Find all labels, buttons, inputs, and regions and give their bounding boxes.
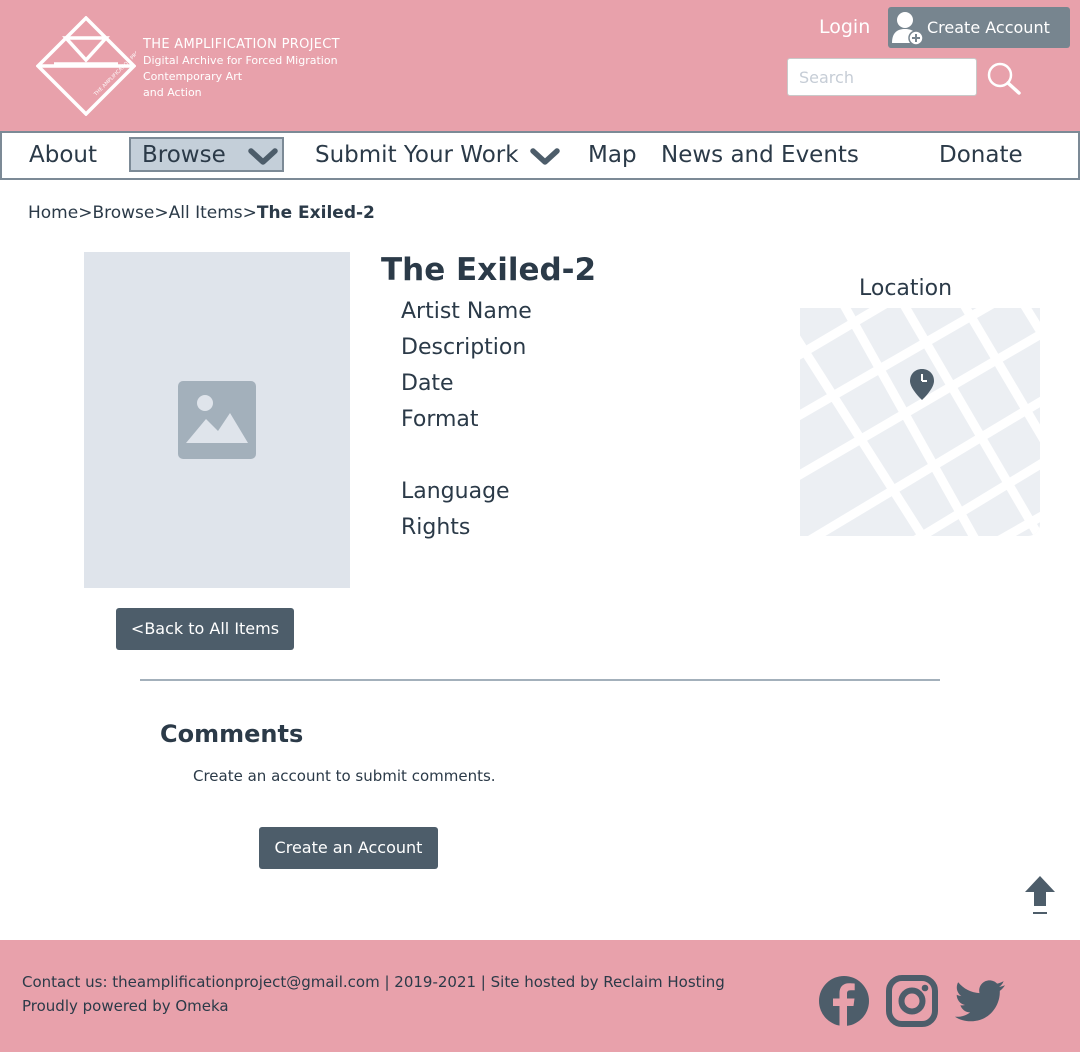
create-an-account-button[interactable]: Create an Account: [259, 827, 438, 869]
search-icon[interactable]: [986, 62, 1022, 96]
breadcrumb: Home>Browse>All Items>The Exiled-2: [28, 203, 375, 223]
chevron-down-icon[interactable]: [530, 147, 560, 167]
nav-item-submit-your-work[interactable]: Submit Your Work: [315, 142, 519, 168]
section-divider: [140, 679, 940, 681]
nav-item-browse-label: Browse: [142, 142, 226, 168]
nav-item-map[interactable]: Map: [588, 142, 637, 168]
logo-text[interactable]: THE AMPLIFICATION PROJECT Digital Archiv…: [143, 37, 340, 101]
location-label: Location: [859, 276, 953, 301]
field-rights: Rights: [401, 515, 471, 540]
breadcrumb-separator: >: [154, 203, 169, 223]
instagram-icon[interactable]: [886, 975, 938, 1027]
map-pin-icon[interactable]: [909, 368, 935, 401]
breadcrumb-browse[interactable]: Browse: [92, 203, 154, 223]
map-graphic: [800, 308, 1040, 536]
create-account-label: Create Account: [927, 18, 1050, 37]
logo-icon[interactable]: THE AMPLIFICATION PROJECT: [36, 16, 136, 116]
location-map[interactable]: [800, 308, 1040, 536]
back-to-all-items-button[interactable]: <Back to All Items: [116, 608, 294, 650]
comments-note: Create an account to submit comments.: [193, 767, 496, 785]
breadcrumb-separator: >: [78, 203, 93, 223]
field-date: Date: [401, 371, 454, 396]
field-description: Description: [401, 335, 527, 360]
nav-item-donate[interactable]: Donate: [939, 142, 1023, 168]
nav-item-about[interactable]: About: [29, 142, 97, 168]
search-input[interactable]: [787, 58, 977, 96]
footer-contact-line: Contact us: theamplificationproject@gmai…: [22, 973, 725, 991]
facebook-icon[interactable]: [818, 975, 870, 1027]
breadcrumb-current: The Exiled-2: [256, 203, 375, 223]
item-title: The Exiled-2: [381, 252, 597, 288]
breadcrumb-separator: >: [242, 203, 257, 223]
image-icon: [178, 381, 256, 459]
logo-title: THE AMPLIFICATION PROJECT: [143, 37, 340, 52]
user-plus-icon: [892, 12, 924, 46]
twitter-icon[interactable]: [954, 975, 1006, 1027]
nav-item-news-and-events[interactable]: News and Events: [661, 142, 859, 168]
main-nav: About Browse Submit Your Work Map News a…: [0, 131, 1080, 180]
logo-subtitle-line: Contemporary Art: [143, 70, 243, 83]
login-link[interactable]: Login: [819, 16, 870, 38]
site-header: THE AMPLIFICATION PROJECT THE AMPLIFICAT…: [0, 0, 1080, 131]
nav-item-browse[interactable]: Browse: [129, 137, 284, 172]
footer-powered-line: Proudly powered by Omeka: [22, 997, 229, 1015]
arrow-up-icon[interactable]: [1024, 876, 1056, 916]
field-format: Format: [401, 407, 479, 432]
create-account-button[interactable]: Create Account: [888, 7, 1070, 48]
item-image-placeholder[interactable]: [84, 252, 350, 588]
logo-subtitle-line: Digital Archive for Forced Migration: [143, 54, 338, 67]
chevron-down-icon: [248, 148, 278, 165]
field-language: Language: [401, 479, 510, 504]
breadcrumb-all-items[interactable]: All Items: [169, 203, 243, 223]
breadcrumb-home[interactable]: Home: [28, 203, 78, 223]
comments-title: Comments: [160, 720, 304, 748]
logo-subtitle-line: and Action: [143, 86, 202, 99]
field-artist-name: Artist Name: [401, 299, 532, 324]
